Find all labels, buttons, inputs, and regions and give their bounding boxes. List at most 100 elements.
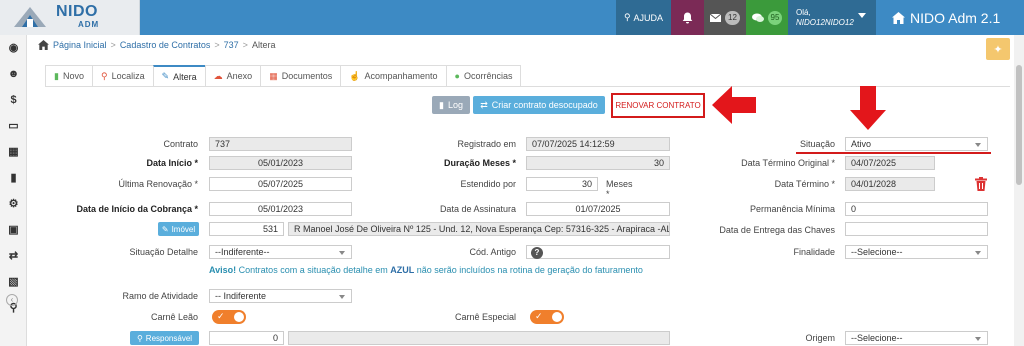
file-icon[interactable]: ▮ <box>6 170 21 185</box>
finalidade-label: Finalidade <box>793 247 835 257</box>
data-termino-field: 04/01/2028 <box>845 177 935 191</box>
imovel-button-label: Imóvel <box>171 224 196 234</box>
help-label: AJUDA <box>633 12 664 23</box>
user-name: NIDO12NIDO12 <box>796 17 854 27</box>
scrollbar-thumb[interactable] <box>1016 65 1022 185</box>
help-button[interactable]: ⚲ AJUDA <box>616 0 671 35</box>
pin-icon: ✦ <box>993 43 1003 56</box>
carne-leao-label: Carnê Leão <box>150 312 198 322</box>
registrado-label: Registrado em <box>457 139 516 149</box>
breadcrumb-id[interactable]: 737 <box>224 40 239 50</box>
situacao-select[interactable]: Ativo <box>845 137 988 151</box>
dollar-icon[interactable]: $ <box>6 92 21 107</box>
ramo-select[interactable]: -- Indiferente <box>209 289 352 303</box>
chat-icon <box>751 13 764 22</box>
tab-bar: ▮ Novo ⚲ Localiza ✎ Altera ☁ Anexo ▦ Doc… <box>45 65 522 86</box>
check-icon: ✓ <box>535 311 543 321</box>
estendido-label: Estendido por <box>460 179 516 189</box>
responsavel-code-field[interactable]: 0 <box>209 331 284 345</box>
dashboard-icon[interactable]: ◉ <box>6 40 21 55</box>
warning-prefix: Aviso! <box>209 265 237 275</box>
tab-label: Anexo <box>226 71 253 81</box>
caret-down-icon[interactable] <box>858 13 866 18</box>
permanencia-field[interactable]: 0 <box>845 202 988 216</box>
assinatura-label: Data de Assinatura <box>439 204 516 214</box>
warning-text: não serão incluídos na rotina de geração… <box>414 265 643 275</box>
situacao-detalhe-select[interactable]: --Indiferente-- <box>209 245 352 259</box>
toggle-knob <box>552 312 562 322</box>
user-greeting: Olá, <box>796 7 811 17</box>
trash-icon[interactable] <box>975 177 987 191</box>
renew-contract-label: RENOVAR CONTRATO <box>615 101 701 110</box>
ultima-renovacao-field[interactable]: 05/07/2025 <box>209 177 352 191</box>
chat-button[interactable]: 95 <box>746 0 788 35</box>
contrato-label: Contrato <box>163 139 198 149</box>
inicio-cobranca-field[interactable]: 05/01/2023 <box>209 202 352 216</box>
inicio-cobranca-label: Data de Início da Cobrança * <box>76 204 198 214</box>
tab-altera[interactable]: ✎ Altera <box>152 65 206 86</box>
imovel-button[interactable]: ✎ Imóvel <box>158 222 199 236</box>
situacao-label: Situação <box>799 139 835 149</box>
sidebar-collapse-icon[interactable]: ‹ <box>6 294 18 306</box>
check-icon: ✓ <box>217 311 225 321</box>
question-icon[interactable]: ? <box>531 247 543 259</box>
tab-localiza[interactable]: ⚲ Localiza <box>91 65 154 86</box>
assinatura-field[interactable]: 01/07/2025 <box>526 202 670 216</box>
responsavel-button[interactable]: ⚲ Responsável <box>130 331 199 345</box>
book-icon[interactable]: ▦ <box>6 144 21 159</box>
search-icon: ⚲ <box>100 70 108 81</box>
ramo-label: Ramo de Atividade <box>122 291 198 301</box>
tab-ocorrencias[interactable]: ● Ocorrências <box>445 65 522 86</box>
carne-leao-toggle[interactable]: ✓ <box>212 310 246 324</box>
entrega-chaves-field[interactable] <box>845 222 988 236</box>
cod-antigo-field[interactable] <box>526 245 670 259</box>
log-button[interactable]: ▮ Log <box>432 96 470 114</box>
pin-button[interactable]: ✦ <box>986 38 1010 60</box>
origem-select[interactable]: --Selecione-- <box>845 331 988 345</box>
breadcrumb-separator: > <box>110 40 116 50</box>
tab-label: Novo <box>62 71 84 81</box>
tab-acompanhamento[interactable]: ☝ Acompanhamento <box>340 65 447 86</box>
calendar-icon[interactable]: ▧ <box>6 274 21 289</box>
lightbulb-icon: ⚲ <box>623 12 631 22</box>
data-inicio-field: 05/01/2023 <box>209 156 352 170</box>
tab-label: Ocorrências <box>463 71 513 81</box>
logo[interactable]: NIDO ADM <box>0 0 140 35</box>
monitor-icon[interactable]: ▭ <box>6 118 21 133</box>
thumbs-up-icon: ☝ <box>349 70 361 81</box>
breadcrumb: Página Inicial > Cadastro de Contratos >… <box>38 38 275 52</box>
estendido-field[interactable]: 30 <box>526 177 598 191</box>
users-icon[interactable]: ☻ <box>6 66 21 81</box>
duracao-label: Duração Meses * <box>443 158 516 168</box>
messages-button[interactable]: 12 <box>704 0 746 35</box>
warning-text: Contratos com a situação detalhe em <box>236 265 391 275</box>
tab-anexo[interactable]: ☁ Anexo <box>204 65 262 86</box>
book-icon: ▦ <box>269 70 278 81</box>
finalidade-select[interactable]: --Selecione-- <box>845 245 988 259</box>
arrow-down-icon <box>850 86 886 130</box>
app-title[interactable]: NIDO Adm 2.1 <box>892 0 1000 35</box>
tab-novo[interactable]: ▮ Novo <box>45 65 93 86</box>
create-vacant-contract-button[interactable]: ⇄ Criar contrato desocupado <box>473 96 605 114</box>
logo-mark-icon <box>14 7 46 27</box>
basket-icon[interactable]: ▣ <box>6 222 21 237</box>
imovel-code-field[interactable]: 531 <box>209 222 284 236</box>
brand-sub: ADM <box>78 20 100 29</box>
meses-label: Meses * <box>606 179 633 199</box>
exchange-icon[interactable]: ⇄ <box>6 248 21 263</box>
notifications-button[interactable] <box>671 0 704 35</box>
breadcrumb-home[interactable]: Página Inicial <box>53 40 107 50</box>
home-icon <box>38 40 49 50</box>
breadcrumb-section[interactable]: Cadastro de Contratos <box>120 40 211 50</box>
cogs-icon[interactable]: ⚙ <box>6 196 21 211</box>
file-icon: ▮ <box>54 70 59 81</box>
home-icon <box>892 11 905 24</box>
tab-documentos[interactable]: ▦ Documentos <box>260 65 342 86</box>
warning-highlight: AZUL <box>390 265 415 275</box>
renew-contract-button[interactable]: RENOVAR CONTRATO <box>611 93 705 118</box>
scrollbar[interactable] <box>1014 35 1024 346</box>
envelope-icon <box>710 13 722 22</box>
responsavel-name-field <box>288 331 670 345</box>
carne-especial-toggle[interactable]: ✓ <box>530 310 564 324</box>
carne-especial-label: Carnê Especial <box>454 312 516 322</box>
